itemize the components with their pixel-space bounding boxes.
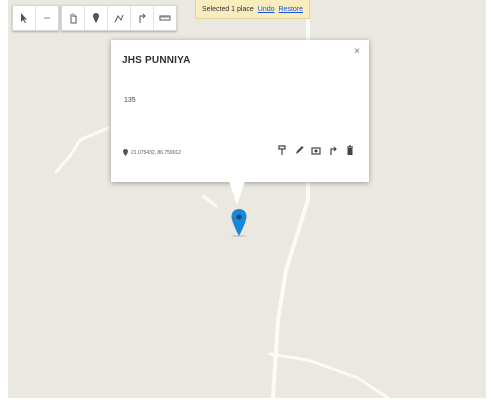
- place-marker-icon[interactable]: [231, 209, 247, 237]
- selection-text: Selected 1 place: [202, 5, 254, 13]
- paint-style-icon: [278, 144, 286, 155]
- toolbar-group-draw: [61, 5, 177, 31]
- delete-button[interactable]: [345, 144, 355, 156]
- hand-icon: [70, 13, 77, 24]
- place-info-popup: JHS PUNNIYA × 135 21.075432, 86.759012: [111, 40, 369, 182]
- add-marker-tool-button[interactable]: [85, 6, 108, 30]
- map-toolbar: [12, 5, 177, 31]
- restore-link[interactable]: Restore: [279, 6, 304, 13]
- toolbar-group-edit: [12, 5, 59, 31]
- place-description: 135: [124, 97, 136, 104]
- undo-link[interactable]: Undo: [258, 6, 275, 13]
- place-title: JHS PUNNIYA: [122, 55, 191, 66]
- road-lower-east: [268, 352, 390, 398]
- undo-icon: [44, 17, 50, 19]
- delete-icon: [347, 144, 353, 155]
- ruler-icon: [159, 15, 171, 21]
- directions-icon: [139, 13, 146, 23]
- undo-tool-button[interactable]: [36, 6, 58, 30]
- edit-icon: [296, 145, 304, 154]
- marker-icon: [93, 13, 99, 23]
- edit-button[interactable]: [294, 144, 304, 156]
- road-west-stub: [201, 194, 218, 208]
- close-icon[interactable]: ×: [354, 46, 360, 57]
- place-coordinates: 21.075432, 86.759012: [123, 149, 181, 156]
- directions-icon: [330, 146, 337, 155]
- popup-pointer: [229, 181, 245, 205]
- pan-tool-button[interactable]: [62, 6, 85, 30]
- measure-tool-button[interactable]: [154, 6, 176, 30]
- road-west: [54, 126, 110, 174]
- location-pin-icon: [123, 149, 128, 156]
- coordinates-text: 21.075432, 86.759012: [131, 149, 182, 156]
- draw-line-tool-button[interactable]: [108, 6, 131, 30]
- line-icon: [114, 14, 124, 23]
- camera-icon: [311, 146, 321, 155]
- style-button[interactable]: [277, 144, 287, 156]
- pointer-icon: [21, 13, 27, 23]
- popup-actions: [277, 144, 355, 156]
- add-photo-button[interactable]: [311, 144, 321, 156]
- select-tool-button[interactable]: [13, 6, 36, 30]
- directions-button[interactable]: [328, 144, 338, 156]
- directions-tool-button[interactable]: [131, 6, 154, 30]
- selection-banner: Selected 1 place Undo Restore: [195, 0, 311, 19]
